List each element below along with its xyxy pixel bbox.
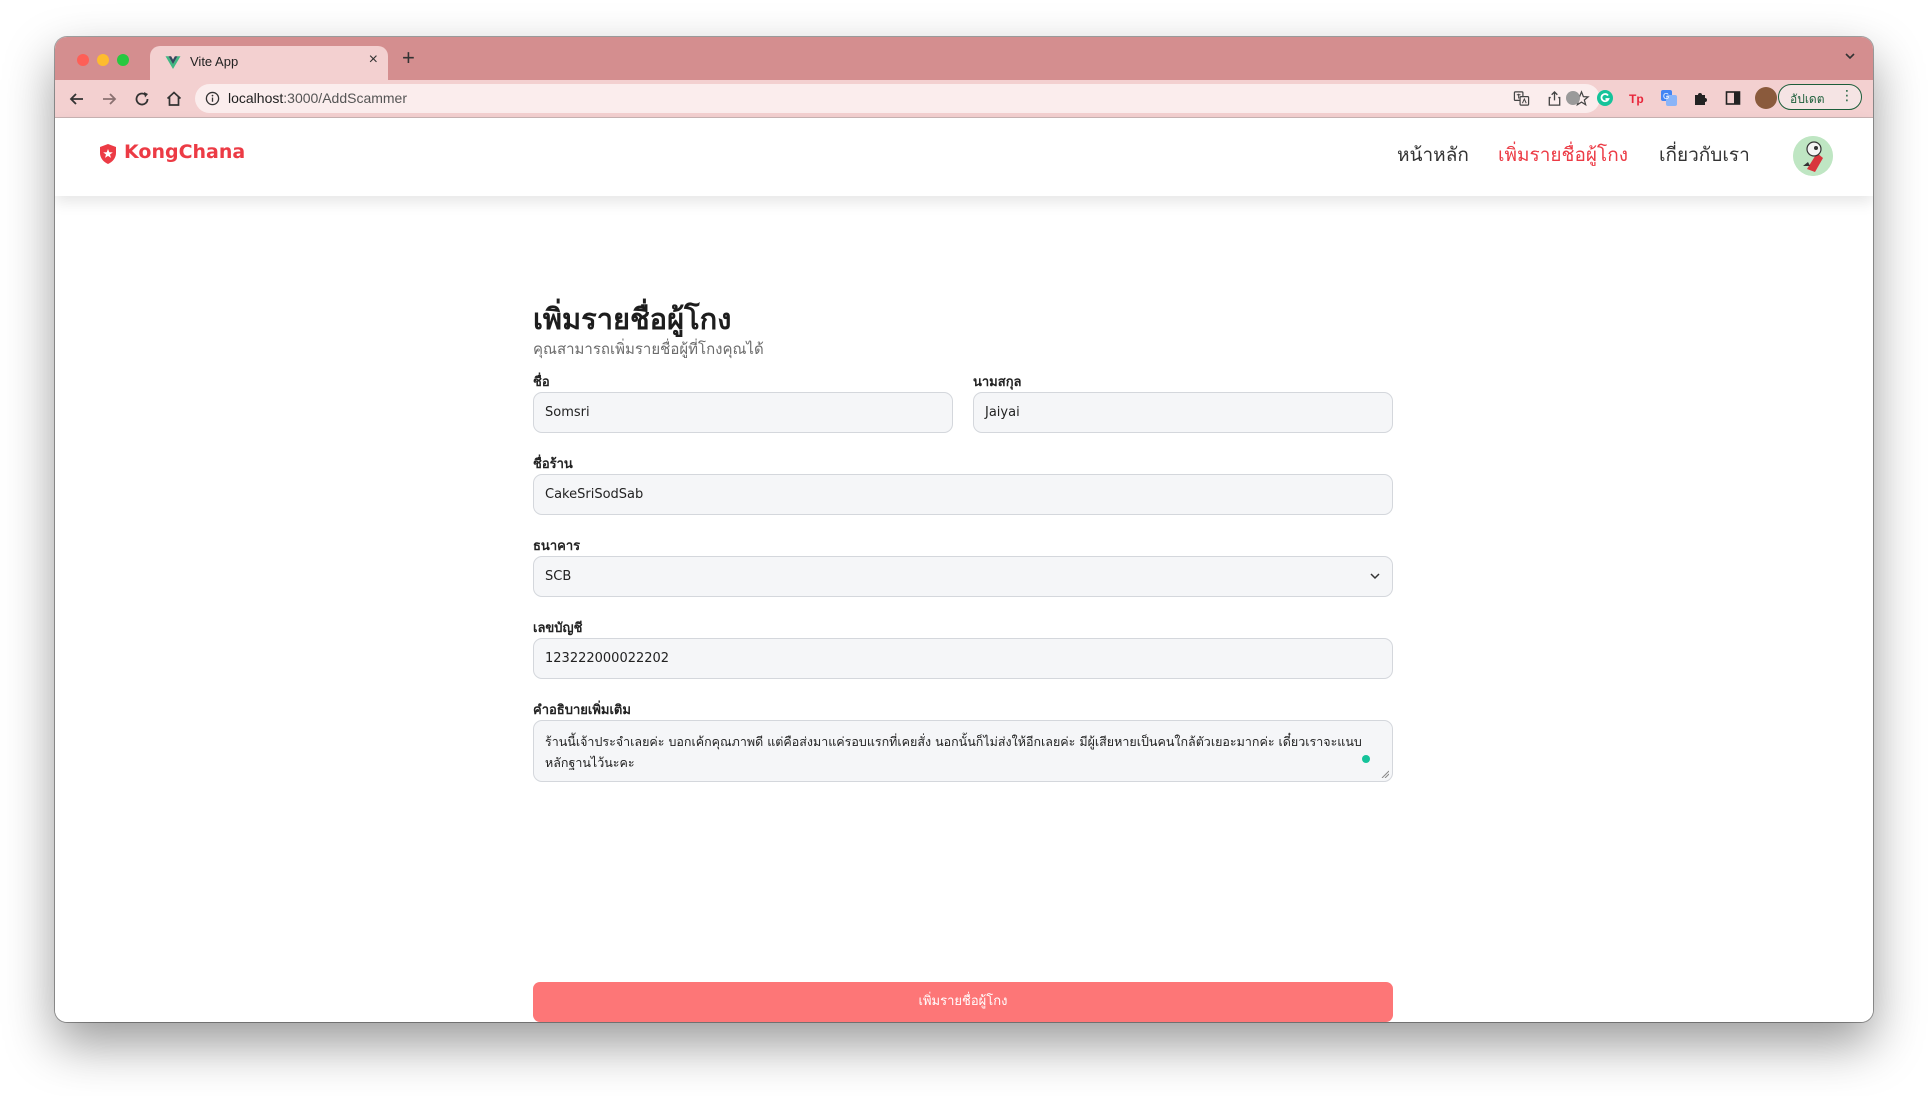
plus-icon[interactable]: +	[402, 45, 415, 71]
bank-label: ธนาคาร	[533, 539, 581, 554]
avatar[interactable]	[1793, 136, 1833, 176]
info-icon[interactable]	[205, 91, 220, 106]
sidepanel-icon[interactable]	[1724, 89, 1742, 107]
vue-icon	[165, 56, 181, 69]
tab-title: Vite App	[190, 54, 239, 69]
profile-avatar[interactable]	[1755, 87, 1777, 109]
description-label: คำอธิบายเพิ่มเติม	[533, 703, 631, 718]
shop-name-field[interactable]: CakeSriSodSab	[533, 474, 1393, 515]
home-icon[interactable]	[164, 89, 184, 109]
bank-select-value: SCB	[533, 556, 1393, 597]
last-name-label: นามสกุล	[973, 375, 1022, 390]
svg-text:Tp: Tp	[1629, 92, 1644, 106]
back-icon[interactable]	[67, 89, 87, 109]
grammarly-icon[interactable]	[1596, 89, 1614, 107]
minimize-window-button[interactable]	[97, 54, 109, 66]
tp-extension-icon[interactable]: Tp	[1628, 89, 1646, 107]
bank-select[interactable]: SCB	[533, 556, 1393, 597]
translate-icon[interactable]	[1513, 90, 1530, 107]
nav-home[interactable]: หน้าหลัก	[1397, 140, 1469, 170]
forward-icon[interactable]	[99, 89, 119, 109]
browser-window: Vite App × + localhost:3000/AddScammer T…	[55, 37, 1873, 1022]
maximize-window-button[interactable]	[117, 54, 129, 66]
browser-tab[interactable]: Vite App ×	[150, 46, 388, 80]
web-page: KongChana หน้าหลัก เพิ่มรายชื่อผู้โกง เก…	[55, 118, 1873, 1022]
description-text: ร้านนี้เจ้าประจำเลยค่ะ บอกเค้กคุณภาพดี แ…	[545, 734, 1362, 770]
grammarly-indicator-icon[interactable]	[1362, 755, 1370, 763]
page-title: เพิ่มรายชื่อผู้โกง	[533, 302, 732, 336]
nav-about[interactable]: เกี่ยวกับเรา	[1659, 140, 1750, 170]
browser-toolbar: localhost:3000/AddScammer Tp G อัปเดต ⋮	[55, 80, 1873, 118]
reload-icon[interactable]	[132, 89, 152, 109]
puzzle-icon[interactable]	[1692, 89, 1710, 107]
address-bar[interactable]: localhost:3000/AddScammer	[195, 84, 1600, 113]
nav-add-scammer[interactable]: เพิ่มรายชื่อผู้โกง	[1498, 140, 1628, 170]
first-name-field[interactable]: Somsri	[533, 392, 953, 433]
menu-dots-icon[interactable]: ⋮	[1840, 88, 1854, 104]
app-header: KongChana หน้าหลัก เพิ่มรายชื่อผู้โกง เก…	[55, 118, 1873, 196]
svg-text:G: G	[1663, 92, 1669, 101]
shield-star-icon	[100, 144, 116, 164]
first-name-label: ชื่อ	[533, 375, 550, 390]
brand-name: KongChana	[124, 141, 246, 163]
page-subtitle: คุณสามารถเพิ่มรายชื่อผู้ที่โกงคุณได้	[533, 340, 764, 358]
chevron-down-icon	[1370, 573, 1380, 580]
account-number-label: เลขบัญชี	[533, 621, 583, 636]
account-number-field[interactable]: 123222000022202	[533, 638, 1393, 679]
shop-name-label: ชื่อร้าน	[533, 457, 573, 472]
submit-button[interactable]: เพิ่มรายชื่อผู้โกง	[533, 982, 1393, 1022]
translate-extension-icon[interactable]: G	[1660, 89, 1678, 107]
extension-icon[interactable]	[1564, 89, 1582, 107]
update-button[interactable]: อัปเดต ⋮	[1778, 84, 1862, 110]
close-window-button[interactable]	[77, 54, 89, 66]
share-icon[interactable]	[1546, 90, 1563, 107]
resize-handle-icon[interactable]	[1381, 770, 1389, 778]
last-name-field[interactable]: Jaiyai	[973, 392, 1393, 433]
chevron-down-icon[interactable]	[1843, 49, 1857, 63]
url-text: localhost:3000/AddScammer	[228, 90, 407, 106]
avatar-illustration	[1793, 136, 1833, 176]
tab-strip: Vite App × +	[55, 37, 1873, 80]
close-icon[interactable]: ×	[369, 51, 378, 69]
description-textarea[interactable]: ร้านนี้เจ้าประจำเลยค่ะ บอกเค้กคุณภาพดี แ…	[533, 720, 1393, 782]
